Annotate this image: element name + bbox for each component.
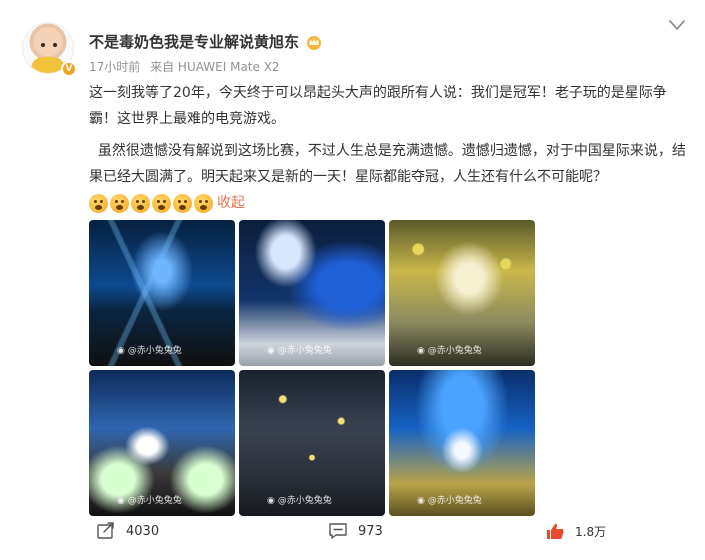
cry-laugh-emoji <box>173 193 192 213</box>
audience-confetti-photo[interactable]: @赤小兔兔兔 <box>239 370 385 516</box>
repost-count: 4030 <box>126 523 160 539</box>
stage-blue-lights-photo[interactable]: @赤小兔兔兔 <box>89 220 235 366</box>
post-paragraph-2-text: 虽然很遗憾没有解说到这场比赛，不过人生总是充满遗憾。遗憾归遗憾，对于中国星际来说… <box>89 143 686 185</box>
cry-laugh-emoji <box>110 193 129 213</box>
watermark: @赤小兔兔兔 <box>117 493 182 506</box>
repost-button[interactable]: 4030 <box>96 522 159 540</box>
action-bar: 4030 973 1.8万 <box>0 522 705 552</box>
post-time[interactable]: 17小时前 <box>89 60 140 74</box>
cry-laugh-emoji <box>152 193 171 213</box>
watermark: @赤小兔兔兔 <box>117 343 182 356</box>
author-row: 不是毒奶色我是专业解说黄旭东 <box>89 31 323 52</box>
cry-laugh-emoji <box>194 193 213 213</box>
post-source: 来自 HUAWEI Mate X2 <box>150 60 280 74</box>
repost-icon <box>97 522 114 539</box>
trophy-stage-photo[interactable]: @赤小兔兔兔 <box>239 220 385 366</box>
winner-trophy-confetti-photo[interactable]: @赤小兔兔兔 <box>389 220 535 366</box>
like-count: 1.8万 <box>575 524 607 539</box>
arena-screen-fireworks-photo[interactable]: @赤小兔兔兔 <box>89 370 235 516</box>
avatar[interactable]: V <box>22 22 77 77</box>
comment-icon <box>329 523 347 539</box>
image-grid: @赤小兔兔兔 @赤小兔兔兔 @赤小兔兔兔 @赤小兔兔兔 @赤小兔兔兔 @赤小兔兔… <box>89 220 535 516</box>
post-paragraph-2: 虽然很遗憾没有解说到这场比赛，不过人生总是充满遗憾。遗憾归遗憾，对于中国星际来说… <box>89 138 689 216</box>
comment-button[interactable]: 973 <box>328 522 383 540</box>
cry-laugh-emoji <box>131 193 150 213</box>
verified-badge-icon: V <box>61 61 77 77</box>
collapse-link[interactable]: 收起 <box>217 195 245 211</box>
champion-on-stage-photo[interactable]: @赤小兔兔兔 <box>389 370 535 516</box>
watermark: @赤小兔兔兔 <box>417 493 482 506</box>
post-meta: 17小时前 来自 HUAWEI Mate X2 <box>89 58 286 75</box>
crown-icon <box>307 35 322 50</box>
watermark: @赤小兔兔兔 <box>267 493 332 506</box>
cry-laugh-emoji <box>89 193 108 213</box>
thumbs-up-icon <box>547 523 564 539</box>
emoji-row <box>89 193 213 213</box>
post-paragraph-1: 这一刻我等了20年，今天终于可以昂起头大声的跟所有人说：我们是冠军！老子玩的是星… <box>89 85 667 127</box>
post-content: 这一刻我等了20年，今天终于可以昂起头大声的跟所有人说：我们是冠军！老子玩的是星… <box>89 80 689 216</box>
author-name[interactable]: 不是毒奶色我是专业解说黄旭东 <box>89 31 299 52</box>
weibo-post-card: V 不是毒奶色我是专业解说黄旭东 17小时前 来自 HUAWEI Mate X2… <box>0 0 705 560</box>
like-button[interactable]: 1.8万 <box>545 522 606 540</box>
watermark: @赤小兔兔兔 <box>417 343 482 356</box>
chevron-down-icon[interactable] <box>668 18 686 32</box>
comment-count: 973 <box>358 523 383 539</box>
watermark: @赤小兔兔兔 <box>267 343 332 356</box>
